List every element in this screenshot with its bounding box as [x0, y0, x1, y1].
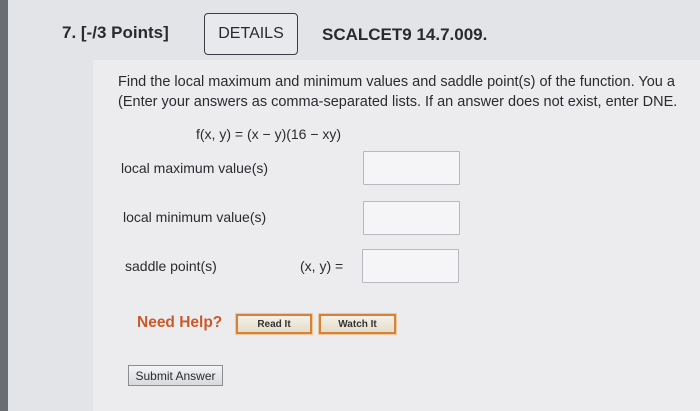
local-max-label: local maximum value(s) — [121, 160, 269, 176]
instructions-line-1: Find the local maximum and minimum value… — [118, 74, 675, 90]
instructions-line-2: (Enter your answers as comma-separated l… — [118, 94, 678, 110]
left-strip — [0, 0, 8, 411]
local-max-input[interactable] — [363, 151, 460, 185]
read-it-button[interactable]: Read It — [235, 313, 313, 335]
function-expression: f(x, y) = (x − y)(16 − xy) — [196, 126, 342, 142]
details-button[interactable]: DETAILS — [204, 13, 298, 55]
local-min-input[interactable] — [363, 201, 460, 235]
need-help-label: Need Help? — [137, 314, 223, 331]
saddle-input[interactable] — [362, 249, 459, 283]
local-min-label: local minimum value(s) — [123, 209, 267, 225]
question-body — [93, 60, 700, 411]
watch-it-button[interactable]: Watch It — [318, 313, 397, 335]
instructions: Find the local maximum and minimum value… — [118, 72, 677, 112]
saddle-prefix: (x, y) = — [300, 258, 344, 274]
submit-answer-button[interactable]: Submit Answer — [128, 365, 223, 386]
saddle-label: saddle point(s) — [125, 258, 217, 274]
course-code: SCALCET9 14.7.009. — [322, 25, 488, 44]
question-number: 7. [-/3 Points] — [62, 23, 169, 42]
